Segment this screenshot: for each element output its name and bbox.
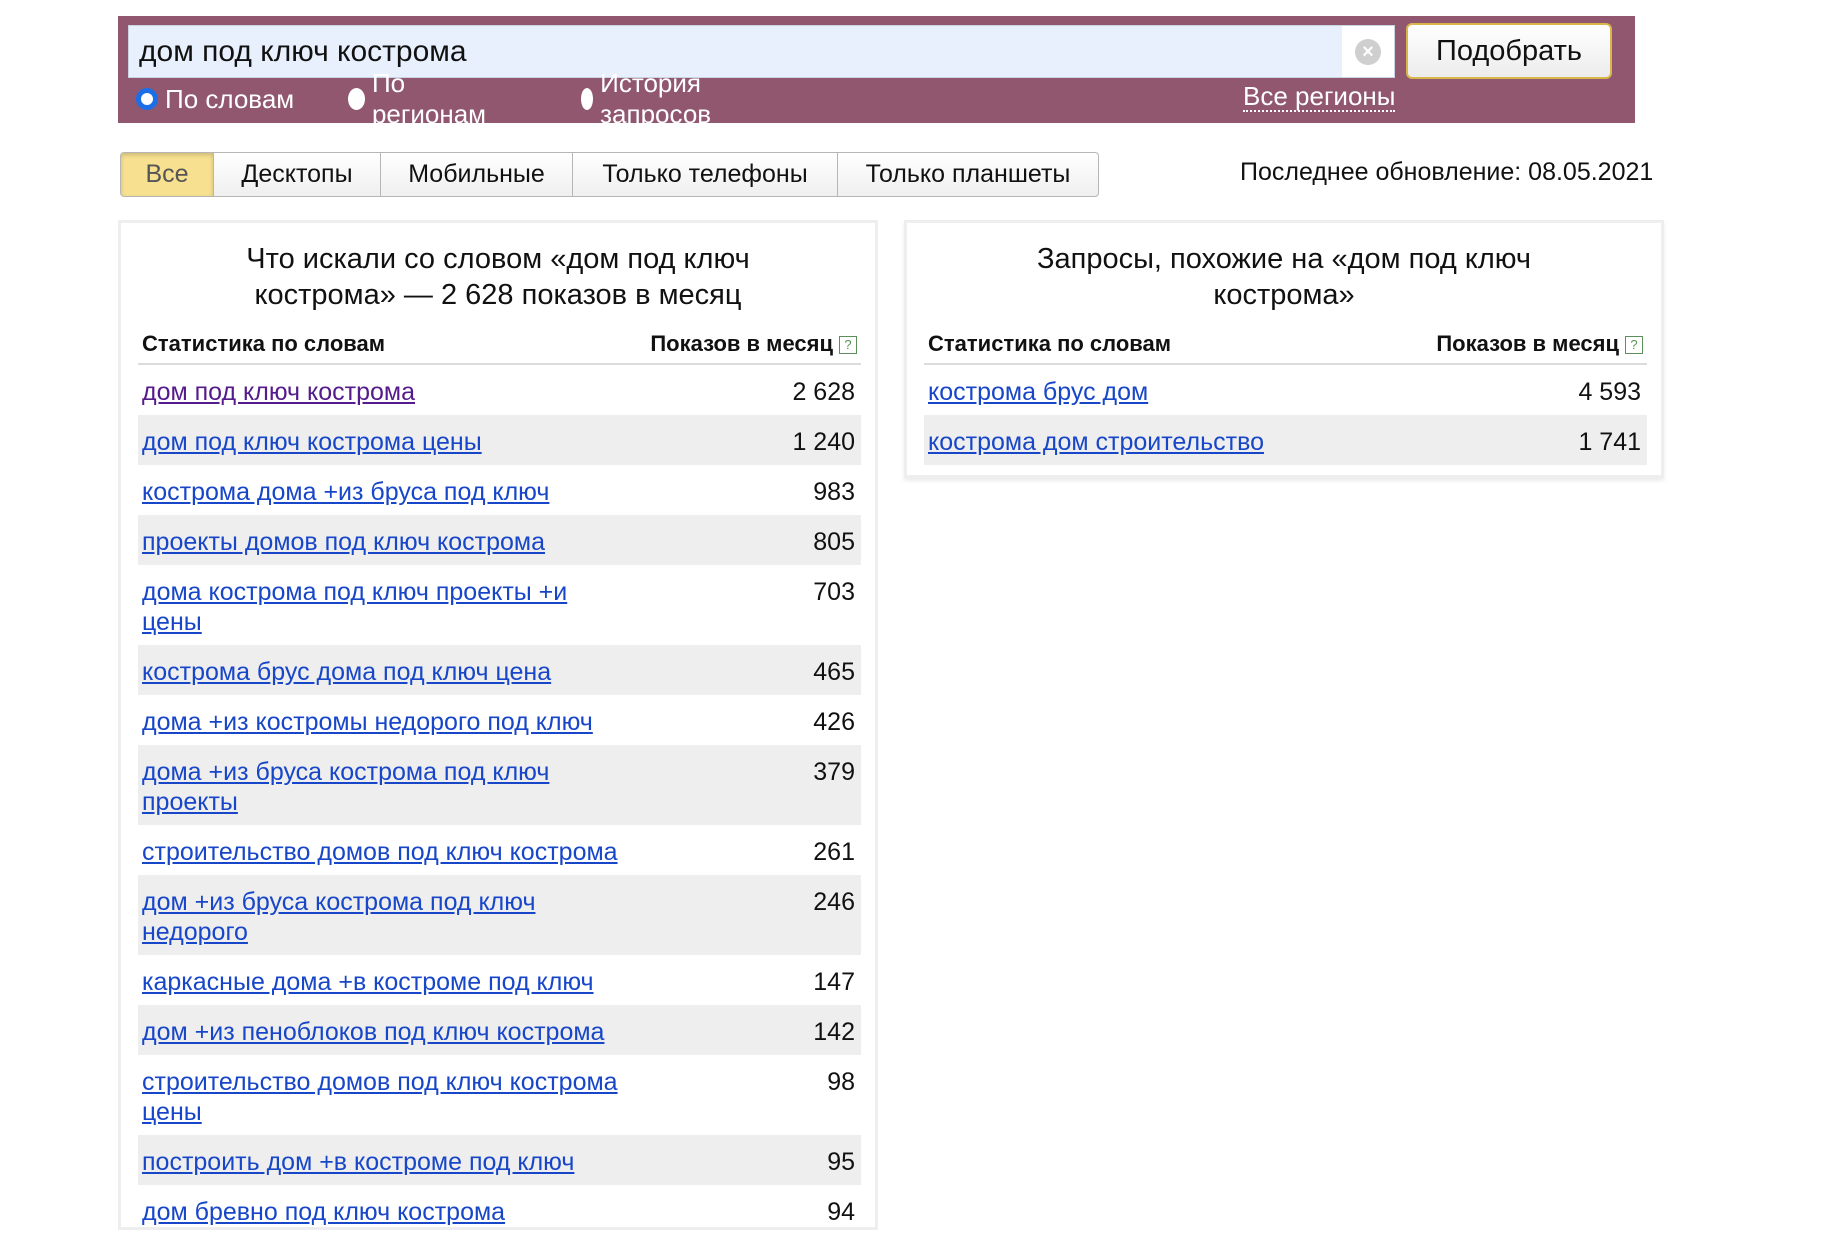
device-tabs: Все Десктопы Мобильные Только телефоны Т… — [120, 152, 1099, 197]
mode-history-label: История запросов — [600, 68, 712, 129]
radio-by-regions[interactable] — [348, 88, 365, 110]
keyword-link[interactable]: каркасные дома +в костроме под ключ — [142, 967, 632, 997]
table-header: Статистика по словам Показов в месяц? — [924, 325, 1647, 365]
impressions-count: 703 — [813, 578, 855, 606]
impressions-count: 147 — [813, 968, 855, 996]
help-icon[interactable]: ? — [1625, 336, 1643, 354]
table-row: кострома дома +из бруса под ключ 983 — [138, 465, 861, 515]
impressions-count: 94 — [827, 1198, 855, 1226]
tab-desktops[interactable]: Десктопы — [214, 153, 381, 196]
column-count-label: Показов в месяц — [650, 331, 833, 356]
tab-all[interactable]: Все — [121, 153, 214, 196]
impressions-count: 142 — [813, 1018, 855, 1046]
help-icon[interactable]: ? — [839, 336, 857, 354]
impressions-count: 1 741 — [1578, 428, 1641, 456]
column-count: Показов в месяц? — [650, 331, 857, 357]
impressions-count: 95 — [827, 1148, 855, 1176]
keyword-link[interactable]: дома кострома под ключ проекты +и цены — [142, 577, 632, 637]
keyword-link[interactable]: дом под ключ кострома — [142, 377, 632, 407]
tab-phones-only[interactable]: Только телефоны — [573, 153, 838, 196]
tab-tablets-only[interactable]: Только планшеты — [838, 153, 1098, 196]
tab-mobile[interactable]: Мобильные — [381, 153, 573, 196]
keyword-link[interactable]: дома +из бруса кострома под ключ проекты — [142, 757, 632, 817]
keyword-link[interactable]: дом под ключ кострома цены — [142, 427, 632, 457]
clear-icon: × — [1355, 38, 1381, 65]
similar-queries-panel: Запросы, похожие на «дом под ключ костро… — [904, 220, 1664, 478]
table-row: каркасные дома +в костроме под ключ 147 — [138, 955, 861, 1005]
keyword-link[interactable]: построить дом +в костроме под ключ — [142, 1147, 632, 1177]
table-row: дом под ключ кострома цены 1 240 — [138, 415, 861, 465]
impressions-count: 983 — [813, 478, 855, 506]
similar-panel-title: Запросы, похожие на «дом под ключ костро… — [907, 223, 1661, 331]
impressions-count: 805 — [813, 528, 855, 556]
table-row: дома +из бруса кострома под ключ проекты… — [138, 745, 861, 825]
mode-by-words-label: По словам — [165, 83, 295, 114]
search-mode-group: По словам По регионам История запросов — [136, 68, 711, 129]
impressions-count: 2 628 — [792, 378, 855, 406]
mode-history[interactable]: История запросов — [581, 68, 721, 130]
keyword-link[interactable]: кострома брус дома под ключ цена — [142, 657, 632, 687]
similar-table: Статистика по словам Показов в месяц? ко… — [924, 325, 1647, 465]
keyword-panel-title-line1: Что искали со словом «дом под ключ — [246, 243, 750, 275]
table-row: кострома брус дом 4 593 — [924, 365, 1647, 415]
column-count: Показов в месяц? — [1436, 331, 1643, 357]
keyword-link[interactable]: кострома дома +из бруса под ключ — [142, 477, 632, 507]
radio-history[interactable] — [581, 88, 594, 110]
table-row: проекты домов под ключ кострома 805 — [138, 515, 861, 565]
keyword-link[interactable]: дома +из костромы недорого под ключ — [142, 707, 632, 737]
all-regions-link[interactable]: Все регионы — [1243, 82, 1396, 112]
table-header: Статистика по словам Показов в месяц? — [138, 325, 861, 365]
table-row: дом бревно под ключ кострома 94 — [138, 1185, 861, 1235]
mode-by-regions[interactable]: По регионам — [348, 68, 491, 130]
impressions-count: 98 — [827, 1068, 855, 1096]
impressions-count: 261 — [813, 838, 855, 866]
keyword-link[interactable]: строительство домов под ключ кострома це… — [142, 1067, 632, 1127]
keyword-stats-panel: Что искали со словом «дом под ключ костр… — [118, 220, 878, 1230]
table-row: строительство домов под ключ кострома 26… — [138, 825, 861, 875]
search-box: × — [128, 25, 1395, 78]
keyword-link[interactable]: дом +из бруса кострома под ключ недорого — [142, 887, 632, 947]
keyword-table: Статистика по словам Показов в месяц? до… — [138, 325, 861, 1235]
table-row: дом +из пеноблоков под ключ кострома 142 — [138, 1005, 861, 1055]
mode-by-words[interactable]: По словам — [136, 84, 294, 115]
table-row: кострома дом строительство 1 741 — [924, 415, 1647, 465]
keyword-link[interactable]: строительство домов под ключ кострома — [142, 837, 632, 867]
keyword-link[interactable]: дом бревно под ключ кострома — [142, 1197, 632, 1227]
impressions-count: 4 593 — [1578, 378, 1641, 406]
keyword-link[interactable]: дом +из пеноблоков под ключ кострома — [142, 1017, 632, 1047]
impressions-count: 1 240 — [792, 428, 855, 456]
column-count-label: Показов в месяц — [1436, 331, 1619, 356]
clear-button[interactable]: × — [1342, 26, 1394, 77]
keyword-link[interactable]: кострома дом строительство — [928, 427, 1418, 457]
impressions-count: 379 — [813, 758, 855, 786]
table-row: кострома брус дома под ключ цена 465 — [138, 645, 861, 695]
table-row: дом +из бруса кострома под ключ недорого… — [138, 875, 861, 955]
table-row: дом под ключ кострома 2 628 — [138, 365, 861, 415]
mode-by-regions-label: По регионам — [371, 68, 487, 129]
search-input[interactable] — [129, 26, 1342, 77]
last-update-label: Последнее обновление: 08.05.2021 — [1240, 158, 1654, 186]
radio-by-words[interactable] — [136, 88, 158, 110]
impressions-count: 465 — [813, 658, 855, 686]
keyword-link[interactable]: кострома брус дом — [928, 377, 1418, 407]
table-row: строительство домов под ключ кострома це… — [138, 1055, 861, 1135]
submit-button[interactable]: Подобрать — [1406, 23, 1612, 79]
keyword-panel-title-line2: кострома» — 2 628 показов в месяц — [254, 279, 742, 311]
impressions-count: 246 — [813, 888, 855, 916]
column-keyword: Статистика по словам — [142, 331, 386, 356]
keyword-link[interactable]: проекты домов под ключ кострома — [142, 527, 632, 557]
table-row: построить дом +в костроме под ключ 95 — [138, 1135, 861, 1185]
keyword-panel-title: Что искали со словом «дом под ключ костр… — [121, 223, 875, 331]
table-row: дома кострома под ключ проекты +и цены 7… — [138, 565, 861, 645]
table-row: дома +из костромы недорого под ключ 426 — [138, 695, 861, 745]
similar-panel-title-line1: Запросы, похожие на «дом под ключ — [1036, 243, 1532, 275]
similar-panel-title-line2: кострома» — [1213, 279, 1355, 311]
column-keyword: Статистика по словам — [928, 331, 1172, 356]
impressions-count: 426 — [813, 708, 855, 736]
